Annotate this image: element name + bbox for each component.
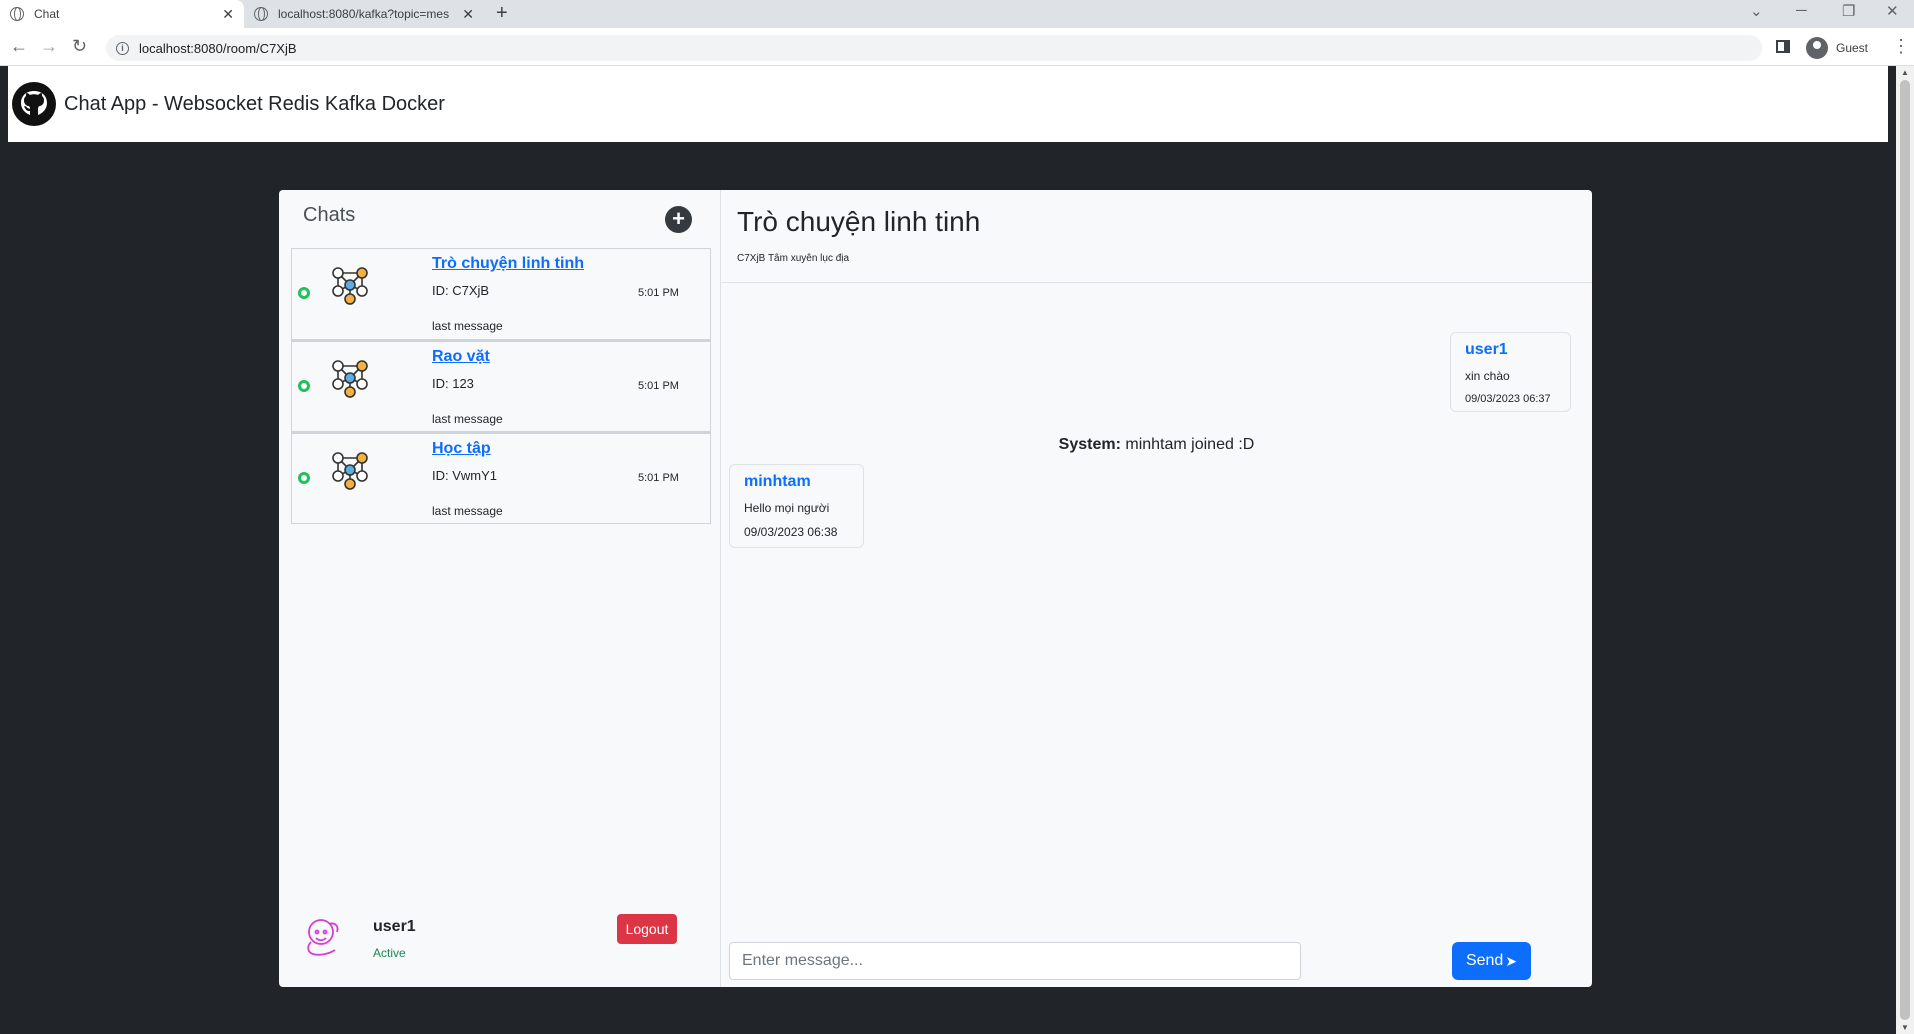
browser-toolbar: ← → ↻ i localhost:8080/room/C7XjB Guest … xyxy=(0,28,1914,66)
sidebar-title: Chats xyxy=(303,204,356,226)
room-name-link[interactable]: Học tập xyxy=(432,440,491,458)
message-sender: minhtam xyxy=(744,473,811,490)
room-time: 5:01 PM xyxy=(638,380,679,392)
user-name: user1 xyxy=(373,918,416,935)
browser-tab-chat[interactable]: Chat ✕ xyxy=(0,0,244,28)
github-icon[interactable] xyxy=(12,82,56,126)
reload-icon[interactable]: ↻ xyxy=(72,36,87,57)
side-panel-icon[interactable] xyxy=(1776,40,1790,53)
message-composer: Send ➤ xyxy=(721,942,1592,982)
globe-icon xyxy=(254,7,268,21)
forward-arrow-icon[interactable]: → xyxy=(40,36,58,57)
chat-header: Trò chuyện linh tinh C7XjB Tâm xuyên lục… xyxy=(721,190,1592,283)
info-icon[interactable]: i xyxy=(116,41,129,55)
message-sender: user1 xyxy=(1465,341,1508,358)
current-user-panel: user1 Active Logout xyxy=(279,910,721,987)
browser-tab-bar: Chat ✕ localhost:8080/kafka?topic=mes ✕ … xyxy=(0,0,1914,28)
window-close-icon[interactable]: ✕ xyxy=(1886,2,1899,20)
chat-title: Trò chuyện linh tinh xyxy=(737,206,981,237)
app-header: Chat App - Websocket Redis Kafka Docker xyxy=(8,66,1888,142)
minimize-icon[interactable]: ─ xyxy=(1796,2,1807,19)
chat-card: Chats + Trò chuyện linh tinh ID: C7XjB 5… xyxy=(279,190,1592,987)
send-label: Send xyxy=(1465,952,1504,969)
chat-pane: Trò chuyện linh tinh C7XjB Tâm xuyên lục… xyxy=(721,190,1592,987)
online-status-icon xyxy=(298,380,310,392)
address-bar[interactable]: i localhost:8080/room/C7XjB xyxy=(106,35,1762,61)
avatar xyxy=(307,919,339,956)
tab-title: Chat xyxy=(34,7,60,21)
message-bubble: user1 xin chào 09/03/2023 06:37 xyxy=(1450,332,1571,412)
close-icon[interactable]: ✕ xyxy=(222,6,234,23)
scrollbar-thumb[interactable] xyxy=(1900,80,1910,1020)
address-url: localhost:8080/room/C7XjB xyxy=(139,40,297,56)
room-item[interactable]: Trò chuyện linh tinh ID: C7XjB 5:01 PM l… xyxy=(291,248,711,340)
message-input[interactable] xyxy=(729,942,1301,980)
back-arrow-icon[interactable]: ← xyxy=(10,36,28,57)
room-time: 5:01 PM xyxy=(638,472,679,484)
room-id: ID: C7XjB xyxy=(432,283,490,298)
system-message: System: minhtam joined :D xyxy=(721,436,1592,454)
globe-icon xyxy=(10,7,24,21)
new-tab-icon[interactable]: + xyxy=(496,2,508,25)
room-name-link[interactable]: Trò chuyện linh tinh xyxy=(432,255,584,273)
group-network-icon xyxy=(332,360,368,398)
page-scrollbar[interactable]: ▲ ▼ xyxy=(1896,66,1914,1034)
room-item[interactable]: Rao vặt ID: 123 5:01 PM last message xyxy=(291,340,711,432)
scroll-down-icon[interactable]: ▼ xyxy=(1901,1023,1909,1032)
browser-tab-kafka[interactable]: localhost:8080/kafka?topic=mes ✕ xyxy=(244,0,484,28)
profile-label: Guest xyxy=(1836,41,1869,55)
room-item[interactable]: Học tập ID: VwmY1 5:01 PM last message xyxy=(291,432,711,524)
room-id: ID: VwmY1 xyxy=(432,468,498,483)
message-text: xin chào xyxy=(1465,369,1510,383)
room-last-message: last message xyxy=(432,504,503,518)
message-text: Hello mọi người xyxy=(744,501,830,515)
message-time: 09/03/2023 06:38 xyxy=(744,525,838,539)
logout-button[interactable]: Logout xyxy=(617,914,677,944)
more-menu-icon[interactable]: ⋮ xyxy=(1892,36,1910,57)
message-time: 09/03/2023 06:37 xyxy=(1465,393,1551,405)
chat-sidebar: Chats + Trò chuyện linh tinh ID: C7XjB 5… xyxy=(279,190,721,987)
profile-button[interactable]: Guest xyxy=(1806,35,1868,61)
app-title: Chat App - Websocket Redis Kafka Docker xyxy=(64,92,445,115)
group-network-icon xyxy=(332,452,368,490)
room-last-message: last message xyxy=(432,412,503,426)
tab-title: localhost:8080/kafka?topic=mes xyxy=(278,7,450,21)
close-icon[interactable]: ✕ xyxy=(462,6,474,23)
chevron-down-icon[interactable]: ⌄ xyxy=(1750,2,1763,20)
profile-avatar-icon xyxy=(1806,37,1828,59)
system-label: System: xyxy=(1058,436,1121,453)
chat-subtitle: C7XjB Tâm xuyên lục địa xyxy=(737,253,850,264)
scroll-up-icon[interactable]: ▲ xyxy=(1901,68,1909,77)
user-status: Active xyxy=(373,946,406,960)
add-room-button[interactable]: + xyxy=(665,206,692,233)
group-network-icon xyxy=(332,267,368,305)
system-text: minhtam joined :D xyxy=(1125,436,1255,453)
message-bubble: minhtam Hello mọi người 09/03/2023 06:38 xyxy=(729,464,864,548)
room-time: 5:01 PM xyxy=(638,287,679,299)
room-list: Trò chuyện linh tinh ID: C7XjB 5:01 PM l… xyxy=(291,248,711,524)
room-id: ID: 123 xyxy=(432,376,474,391)
online-status-icon xyxy=(298,472,310,484)
room-name-link[interactable]: Rao vặt xyxy=(432,348,490,366)
room-last-message: last message xyxy=(432,319,503,333)
send-button[interactable]: Send ➤ xyxy=(1452,942,1531,980)
paper-plane-icon: ➤ xyxy=(1505,952,1518,969)
restore-icon[interactable]: ❐ xyxy=(1842,2,1855,20)
online-status-icon xyxy=(298,287,310,299)
